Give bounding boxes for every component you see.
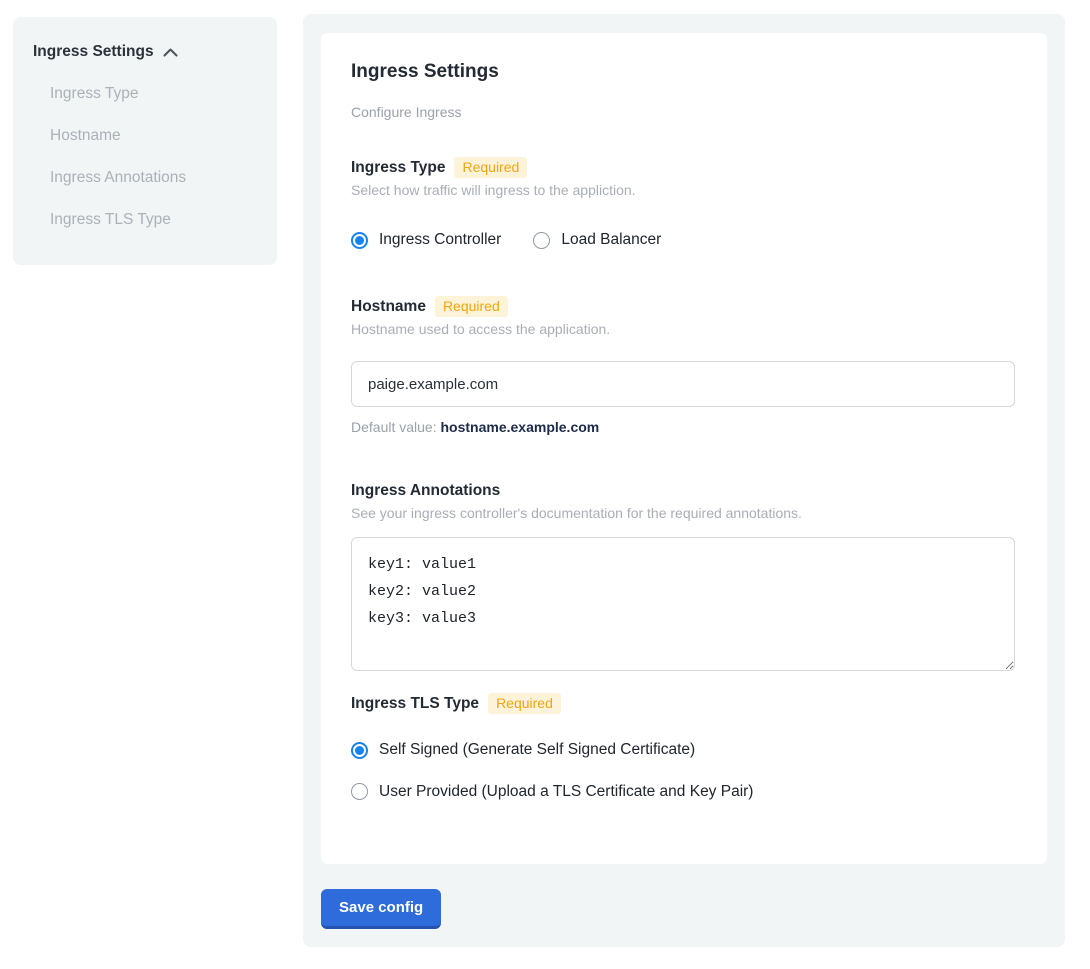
radio-option-label: User Provided (Upload a TLS Certificate …	[379, 783, 753, 801]
hostname-input[interactable]	[351, 361, 1015, 407]
sidebar: Ingress Settings Ingress Type Hostname I…	[13, 17, 277, 265]
chevron-up-icon	[163, 48, 178, 57]
page-title: Ingress Settings	[351, 60, 1015, 83]
sidebar-nav: Ingress Type Hostname Ingress Annotation…	[50, 85, 257, 228]
sidebar-item-ingress-tls-type[interactable]: Ingress TLS Type	[50, 211, 257, 228]
ingress-type-description: Select how traffic will ingress to the a…	[351, 182, 1015, 198]
radio-option-user-provided[interactable]: User Provided (Upload a TLS Certificate …	[351, 783, 753, 801]
ingress-annotations-description: See your ingress controller's documentat…	[351, 505, 1015, 521]
required-badge: Required	[435, 296, 508, 317]
ingress-type-label: Ingress Type	[351, 158, 445, 178]
radio-option-label: Load Balancer	[561, 231, 661, 249]
hostname-description: Hostname used to access the application.	[351, 321, 1015, 337]
ingress-tls-radio-group: Self Signed (Generate Self Signed Certif…	[351, 714, 1015, 805]
radio-option-ingress-controller[interactable]: Ingress Controller	[351, 231, 501, 249]
save-config-button[interactable]: Save config	[321, 889, 441, 929]
radio-selected-icon	[351, 742, 368, 759]
ingress-annotations-textarea[interactable]: key1: value1 key2: value2 key3: value3	[351, 537, 1015, 671]
sidebar-item-hostname[interactable]: Hostname	[50, 127, 257, 144]
ingress-tls-type-header: Ingress TLS Type Required	[351, 693, 1015, 714]
hostname-default-value: Default value: hostname.example.com	[351, 419, 1015, 435]
radio-option-label: Ingress Controller	[379, 231, 501, 249]
radio-option-label: Self Signed (Generate Self Signed Certif…	[379, 741, 695, 759]
radio-unselected-icon	[533, 232, 550, 249]
page-subtitle: Configure Ingress	[351, 104, 1015, 121]
ingress-type-header: Ingress Type Required	[351, 157, 1015, 178]
settings-panel: Ingress Settings Configure Ingress Ingre…	[303, 14, 1065, 947]
sidebar-section-toggle[interactable]: Ingress Settings	[33, 42, 257, 61]
ingress-type-radio-group: Ingress Controller Load Balancer	[351, 231, 1015, 249]
sidebar-item-ingress-annotations[interactable]: Ingress Annotations	[50, 169, 257, 186]
sidebar-section-title: Ingress Settings	[33, 42, 154, 61]
radio-option-self-signed[interactable]: Self Signed (Generate Self Signed Certif…	[351, 741, 695, 759]
settings-card: Ingress Settings Configure Ingress Ingre…	[321, 33, 1047, 864]
default-value-text: hostname.example.com	[441, 419, 600, 435]
ingress-annotations-label: Ingress Annotations	[351, 481, 500, 501]
default-value-label: Default value:	[351, 419, 441, 435]
sidebar-item-ingress-type[interactable]: Ingress Type	[50, 85, 257, 102]
hostname-label: Hostname	[351, 297, 426, 317]
hostname-header: Hostname Required	[351, 296, 1015, 317]
radio-unselected-icon	[351, 783, 368, 800]
ingress-annotations-header: Ingress Annotations	[351, 481, 1015, 501]
required-badge: Required	[454, 157, 527, 178]
ingress-tls-type-label: Ingress TLS Type	[351, 694, 479, 714]
radio-selected-icon	[351, 232, 368, 249]
required-badge: Required	[488, 693, 561, 714]
radio-option-load-balancer[interactable]: Load Balancer	[533, 231, 661, 249]
